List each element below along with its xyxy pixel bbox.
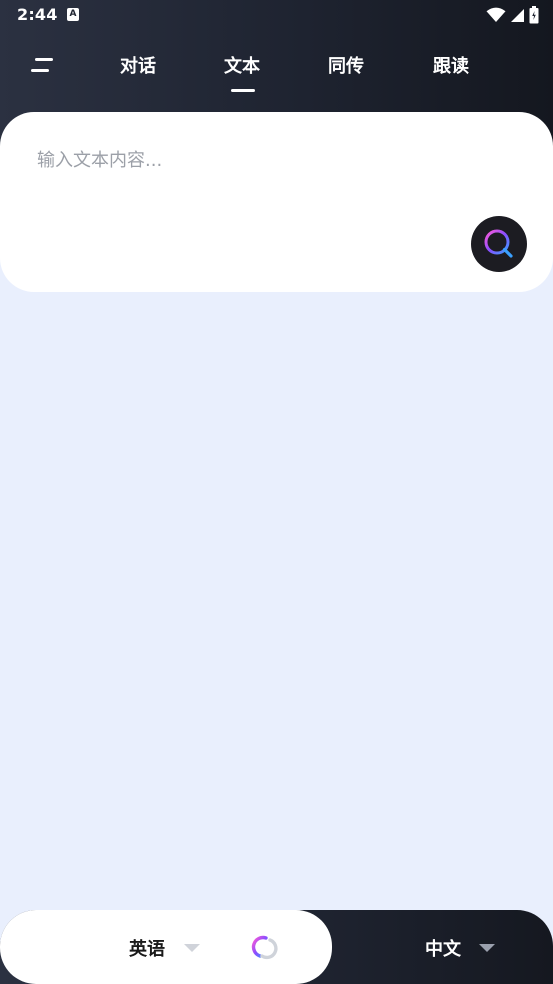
menu-button[interactable] bbox=[27, 52, 57, 78]
status-icons bbox=[486, 6, 539, 24]
language-bar: 英语 中文 bbox=[0, 910, 553, 984]
caret-down-icon[interactable] bbox=[478, 943, 496, 953]
tab-bar: 对话 文本 同传 跟读 bbox=[0, 30, 553, 112]
tab-dialogue-label: 对话 bbox=[120, 56, 156, 77]
tab-text-label: 文本 bbox=[224, 56, 260, 77]
tab-simultaneous[interactable]: 同传 bbox=[311, 52, 381, 92]
notification-icon: A bbox=[67, 8, 79, 21]
swap-icon bbox=[251, 935, 278, 960]
tab-text[interactable]: 文本 bbox=[207, 52, 277, 92]
tab-read-along-label: 跟读 bbox=[433, 56, 469, 77]
wifi-icon bbox=[486, 7, 506, 22]
tab-dialogue[interactable]: 对话 bbox=[103, 52, 173, 92]
search-button[interactable] bbox=[471, 216, 527, 272]
tab-read-along[interactable]: 跟读 bbox=[416, 52, 486, 92]
app-screen: 2:44 A 对话 文本 同传 跟读 输入文本内容... 英语 中文 bbox=[0, 0, 553, 984]
caret-down-icon[interactable] bbox=[183, 943, 201, 953]
tab-simultaneous-label: 同传 bbox=[328, 56, 364, 77]
signal-icon bbox=[511, 9, 524, 22]
search-icon bbox=[484, 229, 513, 258]
tab-active-indicator bbox=[231, 89, 255, 92]
source-language-panel: 英语 bbox=[0, 910, 332, 984]
text-input-card bbox=[0, 112, 553, 292]
status-time: 2:44 bbox=[17, 5, 58, 24]
source-language-selector[interactable]: 英语 bbox=[129, 935, 165, 961]
swap-language-button[interactable] bbox=[248, 932, 284, 962]
status-bar: 2:44 A bbox=[0, 0, 553, 30]
text-input[interactable] bbox=[37, 150, 457, 171]
menu-icon bbox=[31, 58, 53, 72]
battery-icon bbox=[529, 6, 539, 24]
target-language-selector[interactable]: 中文 bbox=[425, 935, 461, 961]
